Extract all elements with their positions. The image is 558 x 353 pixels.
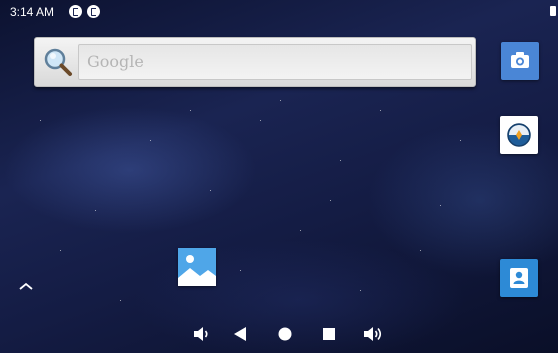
chevron-up-icon[interactable] [18,281,34,291]
home-screen: 3:14 AM Google [0,0,558,353]
contacts-icon [510,268,528,288]
contacts-app-icon[interactable] [500,259,538,297]
gallery-app-icon[interactable] [178,248,216,286]
google-search-widget[interactable]: Google [34,37,476,87]
magnifier-icon[interactable] [43,47,73,77]
back-icon[interactable] [226,320,254,348]
battery-icon [550,6,556,16]
home-icon[interactable] [271,320,299,348]
search-placeholder: Google [87,52,144,71]
volume-down-icon[interactable] [186,320,214,348]
volume-up-icon[interactable] [358,320,386,348]
navigation-bar [180,320,390,348]
recents-icon[interactable] [315,320,343,348]
notification-icon [87,5,100,18]
camera-icon [511,52,529,68]
notification-icon [69,5,82,18]
status-bar: 3:14 AM [0,0,558,22]
status-time: 3:14 AM [10,5,55,19]
browser-icon [507,123,531,147]
search-input[interactable]: Google [78,44,472,80]
browser-app-icon[interactable] [500,116,538,154]
camera-app-icon[interactable] [501,42,539,80]
gallery-icon [178,248,216,286]
